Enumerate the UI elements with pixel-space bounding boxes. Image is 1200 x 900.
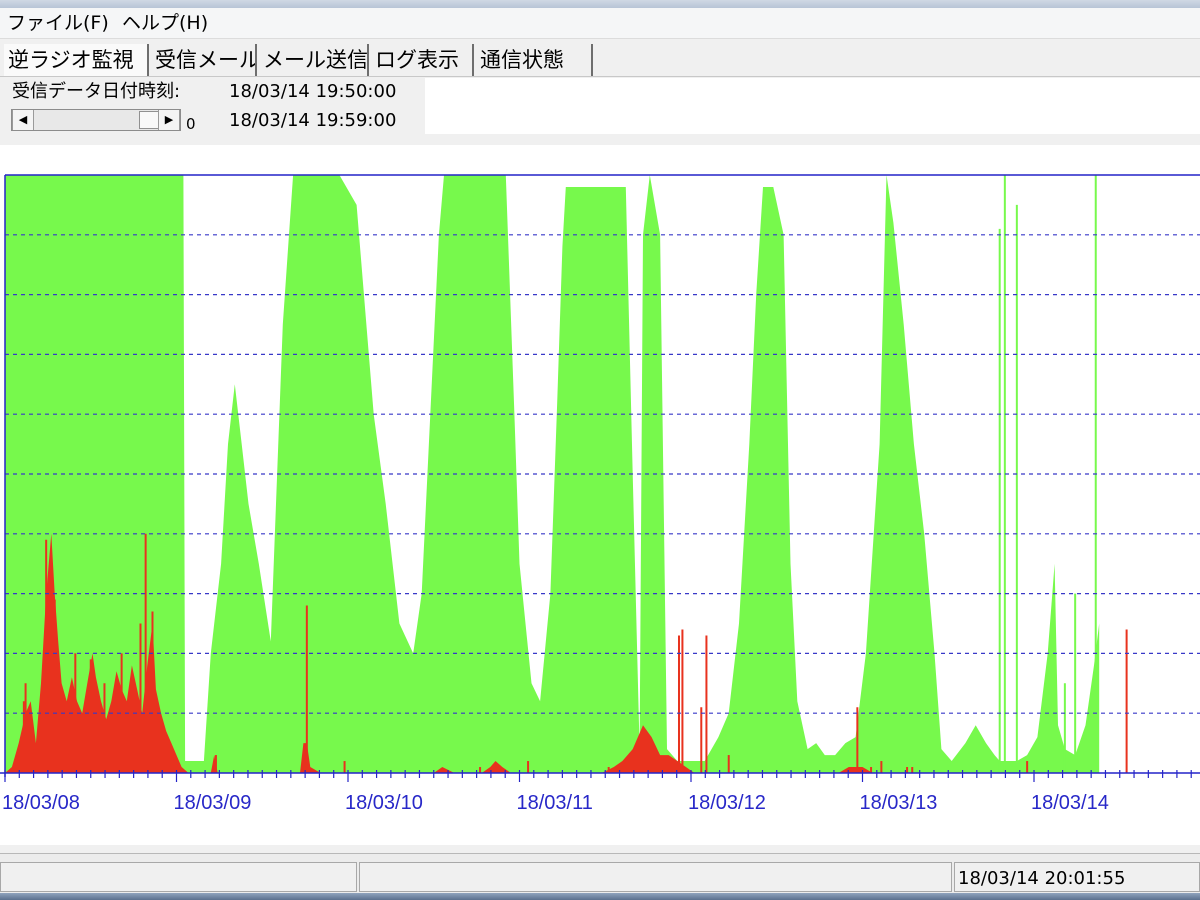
x-tick-label: 18/03/09 [174, 792, 252, 814]
window-titlebar[interactable] [0, 0, 1200, 8]
x-tick-label: 18/03/12 [688, 792, 766, 814]
received-time-end: 18/03/14 19:59:00 [229, 110, 397, 131]
window-bottom-edge [0, 893, 1200, 900]
received-time-start: 18/03/14 19:50:00 [229, 81, 397, 102]
scroll-value: 0 [186, 115, 196, 133]
info-panel: 受信データ日付時刻: 18/03/14 19:50:00 18/03/14 19… [0, 78, 1200, 136]
x-tick-label: 18/03/14 [1031, 792, 1109, 814]
tab-received-mail[interactable]: 受信メール [151, 44, 257, 76]
arrow-right-icon: ▶ [164, 113, 174, 126]
status-pane-2 [359, 862, 952, 892]
x-tick-label: 18/03/11 [517, 792, 593, 814]
x-tick-label: 18/03/08 [2, 792, 80, 814]
scroll-left-button[interactable]: ◀ [12, 110, 34, 130]
arrow-left-icon: ◀ [18, 113, 28, 126]
tab-log-view[interactable]: ログ表示 [371, 44, 474, 76]
x-tick-label: 18/03/13 [860, 792, 938, 814]
scroll-right-button[interactable]: ▶ [158, 110, 180, 130]
tab-send-mail[interactable]: メール送信 [259, 44, 369, 76]
tab-connection-status[interactable]: 通信状態 [476, 44, 593, 76]
status-clock: 18/03/14 20:01:55 [958, 868, 1126, 889]
status-pane-1 [0, 862, 357, 892]
menu-bar: ファイル(F) ヘルプ(H) [0, 8, 1200, 39]
info-blank-area [425, 78, 1200, 134]
monitor-chart: 18/03/08 18/03/09 18/03/10 18/03/11 18/03/12… [0, 174, 1200, 814]
tab-strip: 逆ラジオ監視 受信メール メール送信 ログ表示 通信状態 [0, 40, 1200, 77]
received-datetime-label: 受信データ日付時刻: [12, 81, 181, 102]
tab-reverse-radio-monitor[interactable]: 逆ラジオ監視 [4, 44, 149, 76]
chart-area: 18/03/08 18/03/09 18/03/10 18/03/11 18/03/12… [0, 145, 1200, 845]
status-bar: 18/03/14 20:01:55 [0, 853, 1200, 894]
time-scrollbar[interactable]: ◀ ▶ [11, 109, 181, 131]
x-tick-label: 18/03/10 [345, 792, 423, 814]
menu-help[interactable]: ヘルプ(H) [122, 12, 208, 34]
menu-file[interactable]: ファイル(F) [7, 12, 109, 34]
